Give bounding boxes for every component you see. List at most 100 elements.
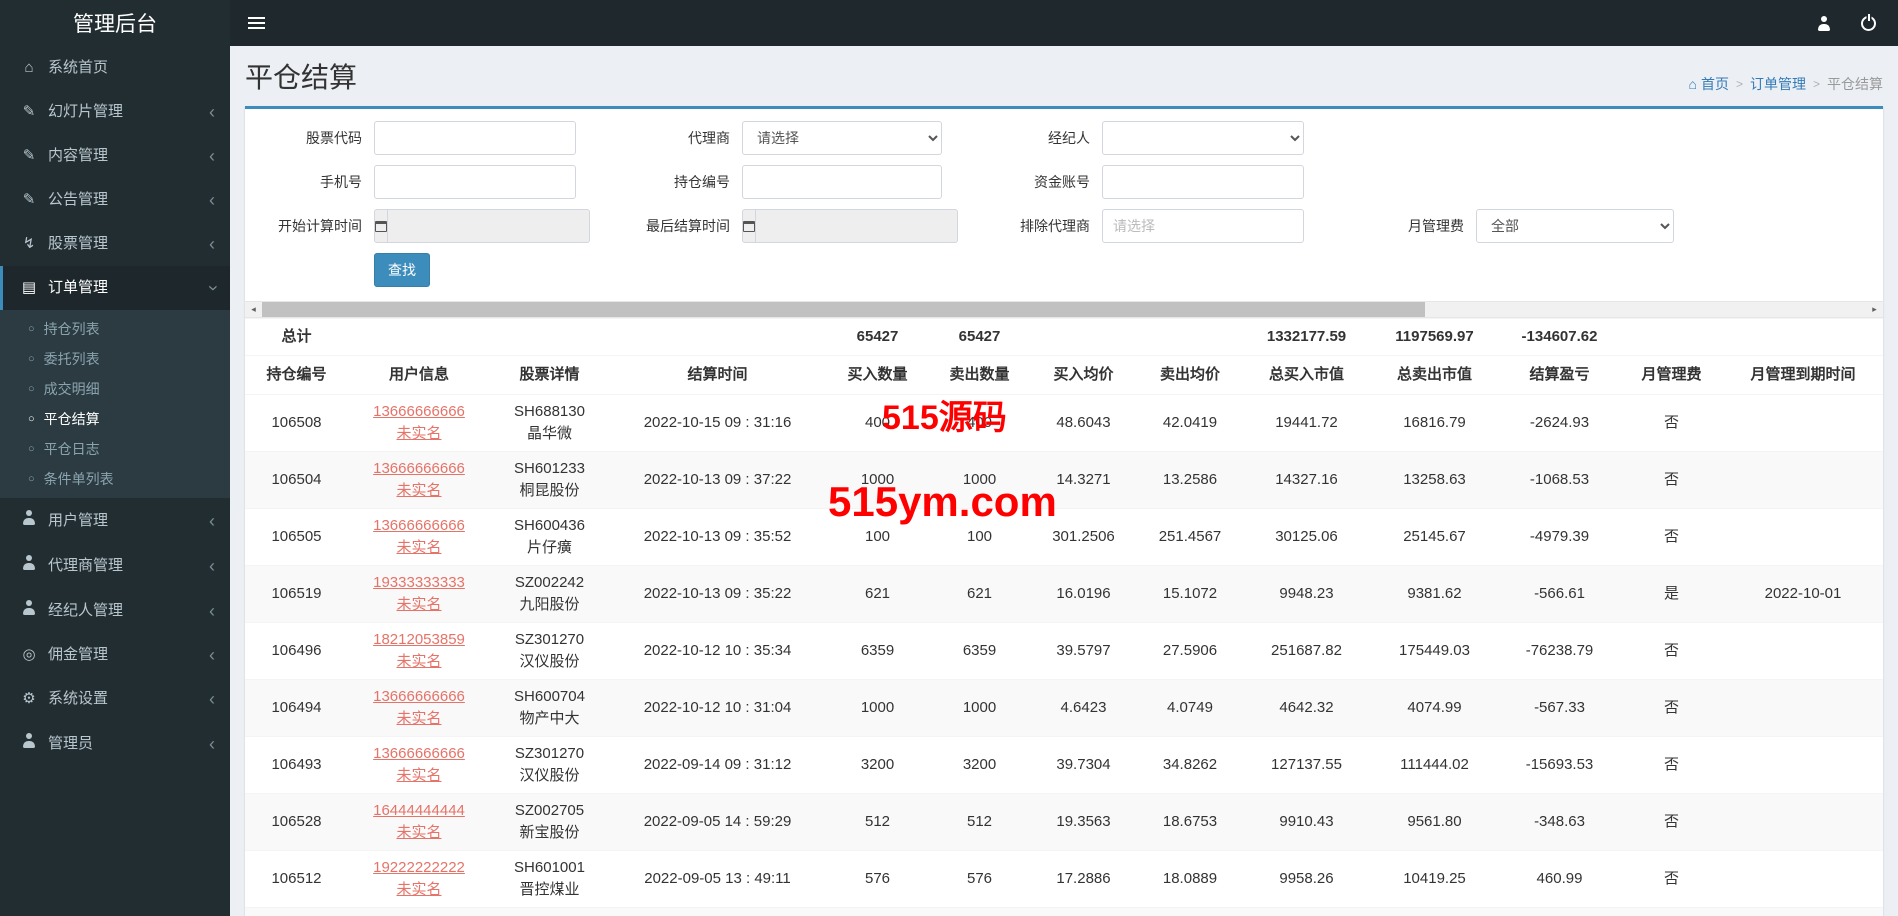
chevron-left-icon: ‹ bbox=[209, 514, 215, 528]
broker-select[interactable] bbox=[1102, 121, 1304, 155]
sell-avg-cell: 18.6753 bbox=[1137, 794, 1243, 851]
sell-avg-cell: 13.2586 bbox=[1137, 452, 1243, 509]
fund-account-input[interactable] bbox=[1102, 165, 1304, 199]
sidebar-subitem-close-settlement[interactable]: ○平仓结算 bbox=[0, 404, 230, 434]
user-phone-link[interactable]: 13666666666 bbox=[373, 403, 465, 420]
breadcrumb-section-link[interactable]: 订单管理 bbox=[1750, 74, 1806, 94]
chevron-left-icon: ‹ bbox=[209, 559, 215, 573]
position-id-cell: 106496 bbox=[245, 623, 348, 680]
stock-detail-cell: SH601001晋控煤业 bbox=[490, 851, 609, 908]
sidebar-subitem-entrust-list[interactable]: ○委托列表 bbox=[0, 344, 230, 374]
scrollbar-thumb[interactable] bbox=[262, 302, 1425, 317]
user-phone-link[interactable]: 18212053859 bbox=[373, 631, 465, 648]
sell-qty-cell: 400 bbox=[929, 395, 1030, 452]
table-row: 10652816444444444未实名SZ002705新宝股份2022-09-… bbox=[245, 794, 1883, 851]
total-row: 总计65427654271332177.591197569.97-134607.… bbox=[245, 319, 1883, 356]
sidebar-item-content[interactable]: ✎内容管理‹ bbox=[0, 134, 230, 178]
circle-icon: ○ bbox=[28, 349, 35, 369]
user-info-cell: 13666666666 未实名 bbox=[348, 737, 490, 794]
calendar-icon[interactable] bbox=[374, 209, 387, 243]
table-row: 10650413666666666未实名SH601233桐昆股份2022-10-… bbox=[245, 452, 1883, 509]
user-info-cell: 19333333333 未实名 bbox=[348, 566, 490, 623]
position-id-input[interactable] bbox=[742, 165, 942, 199]
sidebar-item-agents[interactable]: 代理商管理‹ bbox=[0, 543, 230, 588]
fund-account-label: 资金账号 bbox=[954, 172, 1090, 192]
scroll-left-arrow[interactable]: ◂ bbox=[245, 302, 262, 317]
table-head: 总计65427654271332177.591197569.97-134607.… bbox=[245, 319, 1883, 395]
sidebar-subitem-position-list[interactable]: ○持仓列表 bbox=[0, 314, 230, 344]
monthly-fee-cell: 否 bbox=[1620, 452, 1723, 509]
user-account-icon[interactable] bbox=[1817, 16, 1831, 31]
sidebar-item-commission[interactable]: ◎佣金管理‹ bbox=[0, 633, 230, 677]
column-header: 总买入市值 bbox=[1243, 356, 1370, 395]
sidebar-subitem-condition-list[interactable]: ○条件单列表 bbox=[0, 464, 230, 494]
monthly-fee-select[interactable]: 全部 bbox=[1476, 209, 1674, 243]
buy-total-cell: 127137.55 bbox=[1243, 737, 1370, 794]
user-realname-link[interactable]: 未实名 bbox=[396, 482, 441, 499]
calendar-icon[interactable] bbox=[742, 209, 755, 243]
user-phone-link[interactable]: 13666666666 bbox=[373, 460, 465, 477]
user-phone-link[interactable]: 13666666666 bbox=[373, 517, 465, 534]
user-realname-link[interactable]: 未实名 bbox=[396, 596, 441, 613]
sidebar-item-admins[interactable]: 管理员‹ bbox=[0, 721, 230, 766]
logout-power-icon[interactable] bbox=[1861, 16, 1876, 31]
settlement-box: 股票代码 代理商 请选择 经纪人 手机号 持仓编号 资金账号 开始计算时间 bbox=[245, 106, 1883, 916]
user-phone-link[interactable]: 19333333333 bbox=[373, 574, 465, 591]
breadcrumb: ⌂首页 > 订单管理 > 平仓结算 bbox=[1689, 74, 1884, 94]
user-info-cell: 19444444444未实名 bbox=[348, 908, 490, 916]
sidebar-item-brokers[interactable]: 经纪人管理‹ bbox=[0, 588, 230, 633]
sell-total-cell: 22033.87 bbox=[1370, 908, 1499, 916]
user-realname-link[interactable]: 未实名 bbox=[396, 881, 441, 898]
exclude-agent-input[interactable] bbox=[1102, 209, 1304, 243]
agent-select[interactable]: 请选择 bbox=[742, 121, 942, 155]
chevron-left-icon: ‹ bbox=[209, 193, 215, 207]
user-phone-link[interactable]: 13666666666 bbox=[373, 688, 465, 705]
total-cell: 1197569.97 bbox=[1370, 319, 1499, 356]
total-cell bbox=[1137, 319, 1243, 356]
user-realname-link[interactable]: 未实名 bbox=[396, 653, 441, 670]
user-realname-link[interactable]: 未实名 bbox=[396, 539, 441, 556]
table-row: 10651219222222222未实名SH601001晋控煤业2022-09-… bbox=[245, 851, 1883, 908]
user-phone-link[interactable]: 16444444444 bbox=[373, 802, 465, 819]
sell-avg-cell: 4.0749 bbox=[1137, 680, 1243, 737]
stock-detail-cell: SZ301270汉仪股份 bbox=[490, 623, 609, 680]
sidebar-item-home[interactable]: ⌂系统首页 bbox=[0, 46, 230, 90]
profit-cell: -567.33 bbox=[1499, 680, 1620, 737]
buy-total-cell: 251687.82 bbox=[1243, 623, 1370, 680]
sidebar-item-orders[interactable]: ▤订单管理‹ bbox=[0, 266, 230, 310]
sidebar-item-stocks[interactable]: ↯股票管理‹ bbox=[0, 222, 230, 266]
search-button[interactable]: 查找 bbox=[374, 253, 430, 287]
sell-avg-cell: 15.1072 bbox=[1137, 566, 1243, 623]
stock-code-input[interactable] bbox=[374, 121, 576, 155]
end-time-input[interactable] bbox=[755, 209, 958, 243]
sidebar-subitem-close-log[interactable]: ○平仓日志 bbox=[0, 434, 230, 464]
hamburger-menu-icon[interactable] bbox=[230, 0, 282, 46]
position-id-cell: 106512 bbox=[245, 851, 348, 908]
sidebar-subitem-deal-detail[interactable]: ○成交明细 bbox=[0, 374, 230, 404]
position-id-cell: 106528 bbox=[245, 794, 348, 851]
user-realname-link[interactable]: 未实名 bbox=[396, 824, 441, 841]
horizontal-scrollbar[interactable]: ◂ ▸ bbox=[245, 301, 1883, 318]
user-realname-link[interactable]: 未实名 bbox=[396, 767, 441, 784]
brand-logo[interactable]: 管理后台 bbox=[0, 0, 230, 46]
scroll-right-arrow[interactable]: ▸ bbox=[1866, 302, 1883, 317]
monthly-fee-cell: 否 bbox=[1620, 509, 1723, 566]
header-row: 持仓编号用户信息股票详情结算时间买入数量卖出数量买入均价卖出均价总买入市值总卖出… bbox=[245, 356, 1883, 395]
start-time-input[interactable] bbox=[387, 209, 590, 243]
user-phone-link[interactable]: 13666666666 bbox=[373, 745, 465, 762]
sidebar-item-slides[interactable]: ✎幻灯片管理‹ bbox=[0, 90, 230, 134]
buy-qty-cell: 512 bbox=[826, 794, 929, 851]
total-cell bbox=[1723, 319, 1883, 356]
user-phone-link[interactable]: 19222222222 bbox=[373, 859, 465, 876]
user-realname-link[interactable]: 未实名 bbox=[396, 710, 441, 727]
user-realname-link[interactable]: 未实名 bbox=[396, 425, 441, 442]
sidebar-item-settings[interactable]: ⚙系统设置‹ bbox=[0, 677, 230, 721]
sell-qty-cell: 100 bbox=[929, 509, 1030, 566]
sidebar-item-users[interactable]: 用户管理‹ bbox=[0, 498, 230, 543]
sell-qty-cell: 3200 bbox=[929, 737, 1030, 794]
phone-input[interactable] bbox=[374, 165, 576, 199]
sidebar-subitem-label: 条件单列表 bbox=[44, 469, 114, 489]
sidebar-subitem-label: 平仓结算 bbox=[44, 409, 100, 429]
sidebar-item-notice[interactable]: ✎公告管理‹ bbox=[0, 178, 230, 222]
breadcrumb-home-link[interactable]: 首页 bbox=[1701, 76, 1729, 92]
